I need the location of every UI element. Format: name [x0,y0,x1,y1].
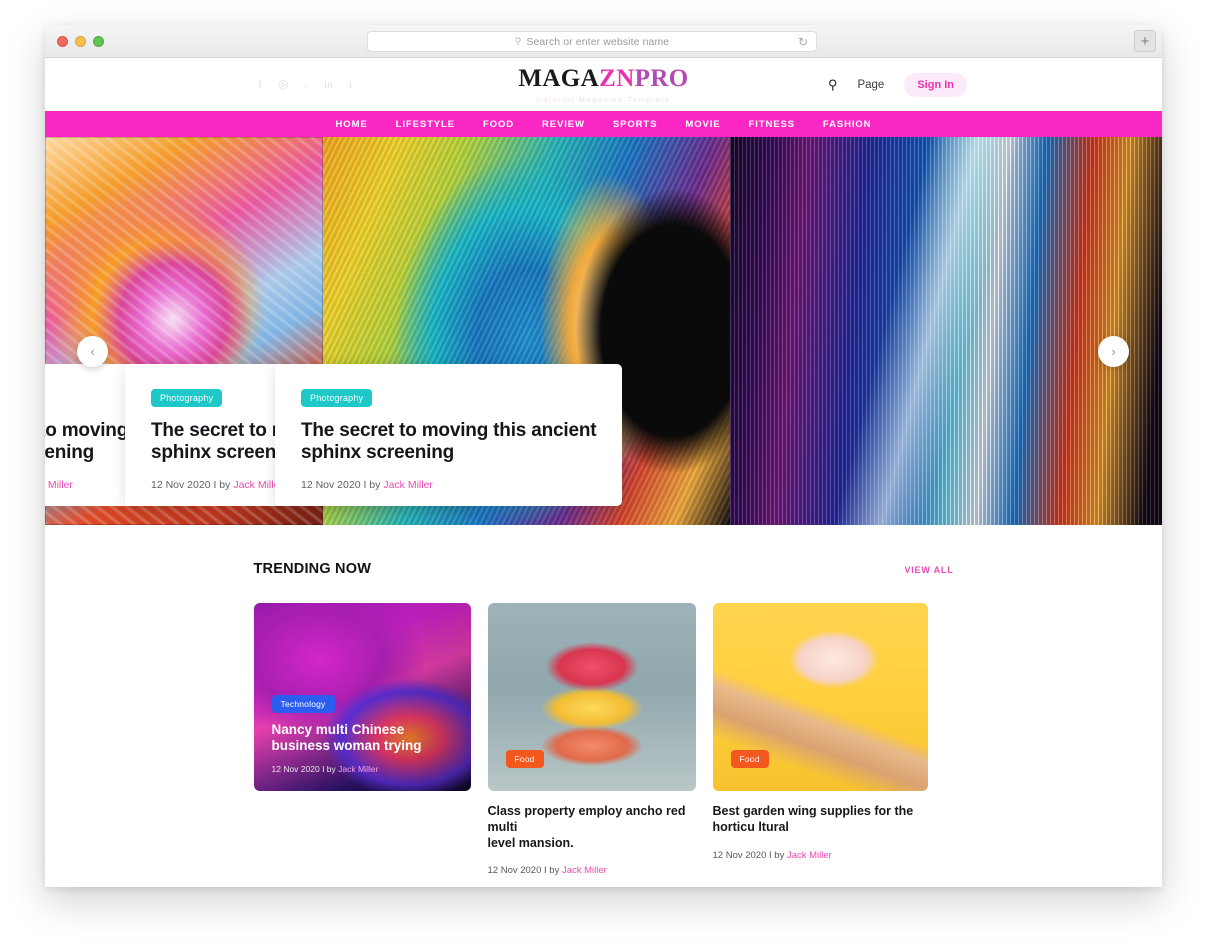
trending-title: TRENDING NOW [253,561,372,577]
title-line-1: Class property employ ancho red multi [487,804,686,834]
trending-header: TRENDING NOW VIEW ALL [254,561,954,577]
view-all-link[interactable]: VIEW ALL [904,565,953,575]
trending-grid: Technology Nancy multi Chinese business … [253,603,954,876]
trending-card-overlay: Nancy multi Chinese business woman tryin… [272,722,455,774]
new-tab-button[interactable]: + [1134,30,1156,52]
nav-item-fashion[interactable]: FASHION [823,119,872,130]
address-bar[interactable]: ⚲ Search or enter website name ↻ [367,31,817,52]
trending-card-title: Best garden wing supplies for the hortic… [713,804,928,836]
nav-item-movie[interactable]: MOVIE [685,119,720,130]
reload-icon[interactable]: ↻ [798,36,808,48]
title-line-2: business woman trying [271,738,422,754]
hero-author[interactable]: Jack Miller [45,479,73,491]
address-bar-placeholder: Search or enter website name [526,35,670,48]
hero-title-line-2: sphinx screening [301,442,455,464]
carousel-slide-3[interactable] [730,137,1162,525]
search-icon: ⚲ [514,36,522,46]
hero-author[interactable]: Jack Miller [383,479,433,491]
logo-tagline: Colorful Magazine Template [536,94,671,104]
hero-carousel: Photography The secret to moving this an… [45,137,1162,525]
linkedin-icon[interactable]: in [324,77,333,92]
trending-section: TRENDING NOW VIEW ALL Technology Nancy m… [45,525,1162,877]
trending-card-image: Food [712,603,928,791]
card-date: 12 Nov 2020 I by [487,865,562,877]
hero-card-title: The secret to moving this ancient sphinx… [301,420,597,464]
page-viewport: f ◎ ⸳ in t MAGAZNPRO Colorful Magazine T… [45,58,1162,887]
card-author[interactable]: Jack Miller [338,764,378,774]
traffic-lights [45,35,104,47]
title-line-2: level mansion. [487,835,574,850]
title-line-2: horticu ltural [712,819,789,834]
social-links: f ◎ ⸳ in t [258,76,352,93]
nav-item-food[interactable]: FOOD [483,119,514,130]
nav-item-lifestyle[interactable]: LIFESTYLE [396,119,455,130]
light-streaks-image [730,137,1162,525]
site-header: f ◎ ⸳ in t MAGAZNPRO Colorful Magazine T… [45,58,1162,111]
browser-chrome: ⚲ Search or enter website name ↻ + [45,25,1162,58]
trending-card-title: Class property employ ancho red multi le… [488,804,696,851]
category-badge[interactable]: Photography [301,389,373,407]
title-line-1: Best garden wing supplies for the [712,804,914,818]
hero-card-3[interactable]: Photography The secret to moving this an… [275,364,622,506]
carousel-prev-button[interactable]: ‹ [77,336,108,367]
trending-card-meta: 12 Nov 2020 I by Jack Miller [272,764,455,774]
maximize-window-button[interactable] [93,35,104,47]
site-logo[interactable]: MAGAZNPRO Colorful Magazine Template [518,66,688,104]
trending-card-meta: 12 Nov 2020 I by Jack Miller [488,865,696,876]
trending-card-2[interactable]: Food Class property employ ancho red mul… [487,603,696,876]
header-actions: ⚲ Page Sign In [828,72,967,97]
sign-in-button[interactable]: Sign In [904,72,967,97]
hero-date: 12 Nov 2020 I by [151,479,234,492]
category-badge[interactable]: Technology [271,695,335,713]
hero-date: 12 Nov 2020 I by [301,479,384,492]
card-author[interactable]: Jack Miller [562,865,607,876]
trending-card-meta: 12 Nov 2020 I by Jack Miller [713,850,928,861]
title-line-1: Nancy multi Chinese [271,721,405,737]
trending-card-1[interactable]: Technology Nancy multi Chinese business … [253,603,471,876]
logo-text: MAGAZNPRO [518,66,688,91]
logo-part-1: MAGA [518,64,600,92]
address-bar-inner: ⚲ Search or enter website name [515,36,669,48]
minimize-window-button[interactable] [75,35,86,47]
card-date: 12 Nov 2020 I by [271,764,339,774]
close-window-button[interactable] [57,35,68,47]
logo-part-2: ZN [599,64,635,92]
trending-card-image: Food [487,603,696,791]
facebook-icon[interactable]: f [258,77,262,92]
trending-card-title: Nancy multi Chinese business woman tryin… [272,722,455,755]
nav-item-sports[interactable]: SPORTS [613,119,657,130]
header-page-link[interactable]: Page [857,79,884,91]
twitter-icon[interactable]: ⸳ [304,76,307,93]
card-author[interactable]: Jack Miller [787,850,832,861]
main-navigation: HOME LIFESTYLE FOOD REVIEW SPORTS MOVIE … [45,111,1162,137]
category-badge[interactable]: Photography [151,389,223,407]
category-badge[interactable]: Food [505,750,544,768]
trending-card-3[interactable]: Food Best garden wing supplies for the h… [712,603,928,876]
hero-title-line-1: The secret to moving this ancient [301,420,597,441]
hero-title-line-2: sphinx screening [45,442,95,464]
nav-item-fitness[interactable]: FITNESS [749,119,795,130]
nav-item-home[interactable]: HOME [336,119,368,130]
browser-window: ⚲ Search or enter website name ↻ + f ◎ ⸳… [45,25,1162,887]
category-badge[interactable]: Food [730,750,769,768]
trending-card-image: Technology Nancy multi Chinese business … [253,603,471,791]
card-date: 12 Nov 2020 I by [712,849,787,861]
logo-part-3: PRO [634,64,689,92]
header-search-icon[interactable]: ⚲ [828,77,838,93]
instagram-icon[interactable]: ◎ [278,77,288,92]
carousel-next-button[interactable]: › [1098,336,1129,367]
hero-card-meta: 12 Nov 2020 I by Jack Miller [301,479,596,491]
tumblr-icon[interactable]: t [349,77,352,92]
nav-item-review[interactable]: REVIEW [542,119,585,130]
